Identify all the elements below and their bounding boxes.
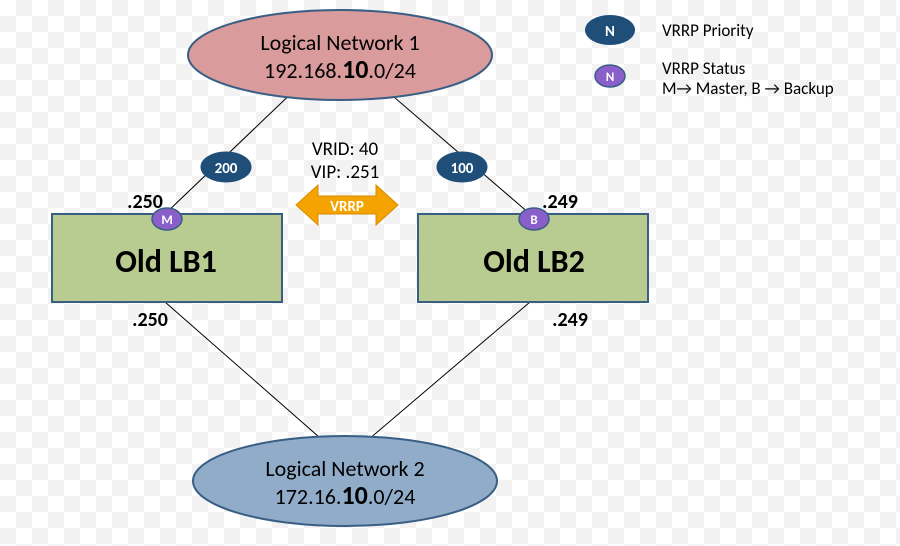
vrid-label: VRID: 40 <box>312 138 379 161</box>
link-lb2-net2 <box>355 302 530 451</box>
legend-status-label-2: M→ Master, B → Backup <box>662 78 834 99</box>
legend-priority-label: VRRP Priority <box>662 20 754 41</box>
legend-status-label-1: VRRP Status <box>662 58 746 79</box>
lb2-top-ip: .249 <box>542 190 578 214</box>
lb1-name: Old LB1 <box>115 242 217 281</box>
vip-label: VIP: .251 <box>311 161 379 184</box>
lb2-name: Old LB2 <box>483 242 585 281</box>
vrrp-arrow: VRRP <box>296 185 398 225</box>
lb2-status-value: B <box>530 213 537 228</box>
network1-title: Logical Network 1 <box>260 29 419 56</box>
legend: N VRRP Priority N VRRP Status M→ Master,… <box>585 15 834 99</box>
network2-title: Logical Network 2 <box>265 455 424 482</box>
link-net1-lb1 <box>165 85 300 214</box>
lb1-priority-value: 200 <box>215 160 238 178</box>
link-net1-lb2 <box>380 85 530 214</box>
network2-cidr: 172.16.10.0/24 <box>275 479 416 511</box>
link-lb1-net2 <box>165 302 335 451</box>
lb1-bottom-ip: .250 <box>132 308 168 332</box>
diagram-canvas: Logical Network 1 192.168.10.0/24 Logica… <box>0 0 900 546</box>
lb2-bottom-ip: .249 <box>552 308 588 332</box>
network1-cidr: 192.168.10.0/24 <box>264 53 416 85</box>
legend-priority-n: N <box>605 23 615 41</box>
legend-status-n: N <box>606 70 615 85</box>
lb2-priority-value: 100 <box>451 160 474 178</box>
lb1-status-value: M <box>161 213 172 228</box>
vrrp-arrow-label: VRRP <box>330 198 364 216</box>
